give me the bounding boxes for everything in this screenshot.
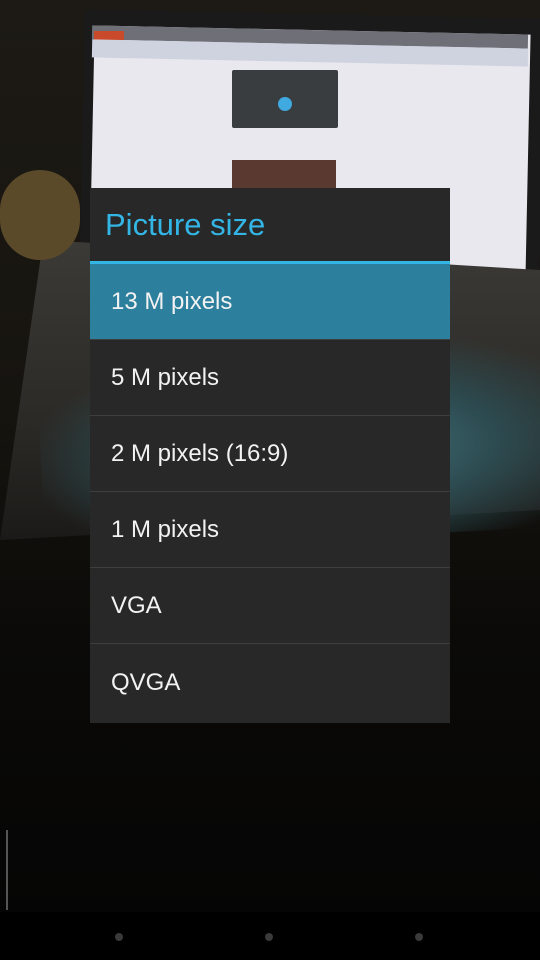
option-1mp[interactable]: 1 M pixels <box>90 492 450 568</box>
option-vga[interactable]: VGA <box>90 568 450 644</box>
option-qvga[interactable]: QVGA <box>90 644 450 722</box>
preview-cable <box>6 830 8 910</box>
preview-blue-dot <box>278 97 292 111</box>
dialog-title: Picture size <box>105 207 266 242</box>
navigation-bar <box>0 912 540 960</box>
option-2mp-16-9[interactable]: 2 M pixels (16:9) <box>90 416 450 492</box>
option-5mp[interactable]: 5 M pixels <box>90 340 450 416</box>
preview-object <box>0 170 80 260</box>
preview-web-image-2 <box>232 160 336 190</box>
recents-dot-icon[interactable] <box>415 933 423 941</box>
option-13mp[interactable]: 13 M pixels <box>90 264 450 340</box>
picture-size-dialog: Picture size 13 M pixels 5 M pixels 2 M … <box>90 188 450 723</box>
home-dot-icon[interactable] <box>265 933 273 941</box>
back-dot-icon[interactable] <box>115 933 123 941</box>
